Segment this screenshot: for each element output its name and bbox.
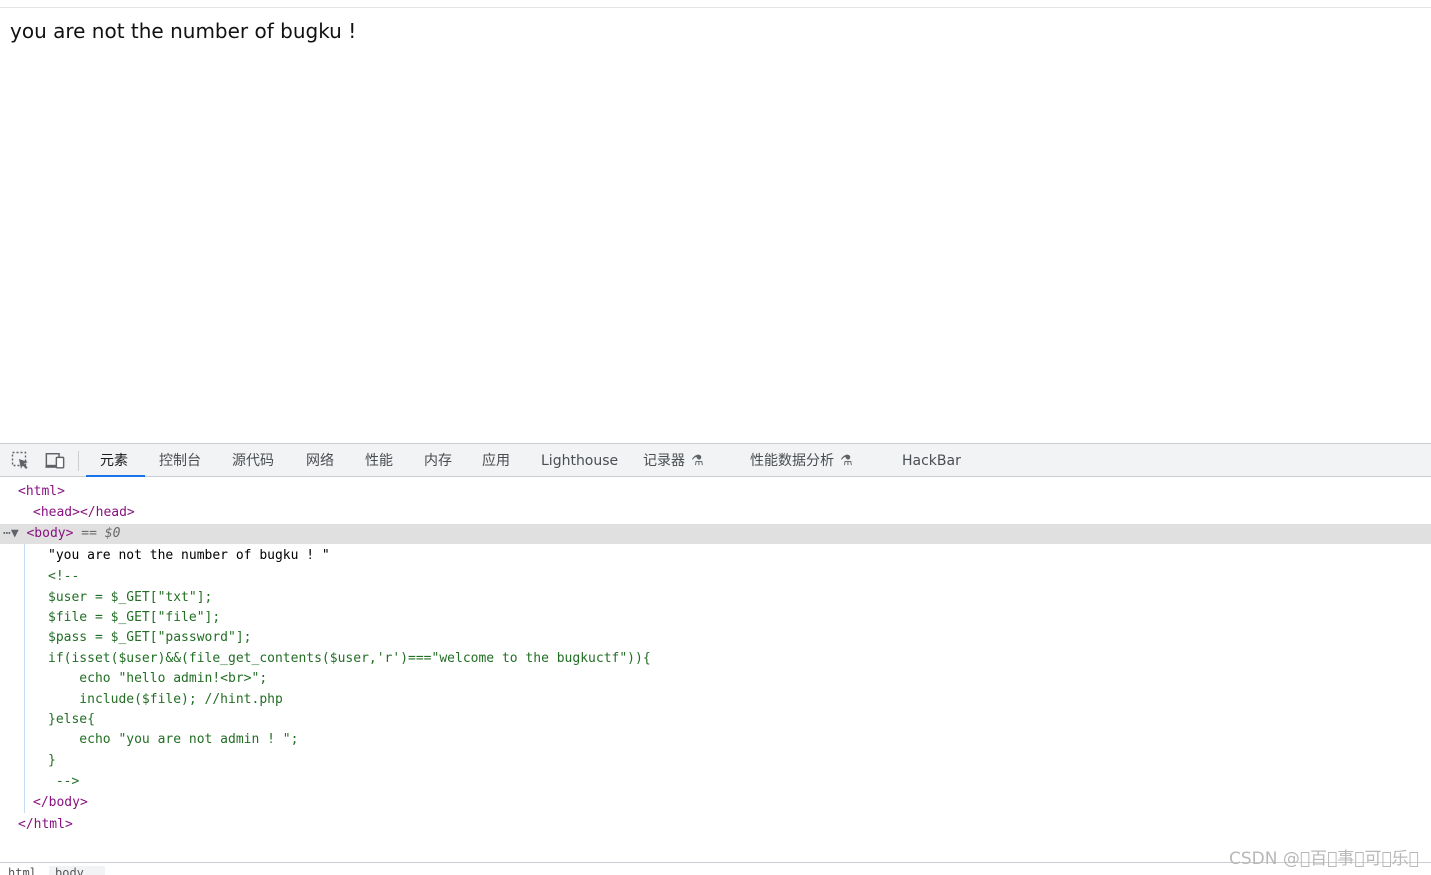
tab-console[interactable]: 控制台 xyxy=(159,444,201,477)
tree-comment-line: --> xyxy=(0,772,1431,792)
tab-label: 应用 xyxy=(482,453,510,469)
tree-comment-line: <!-- xyxy=(0,567,1431,587)
tree-comment-line: }else{ xyxy=(0,710,1431,730)
comment-line: if(isset($user)&&(file_get_contents($use… xyxy=(48,651,651,666)
watermark: CSDN @ 百 事 可 乐  xyxy=(1229,849,1419,869)
tab-performance-insights[interactable]: 性能数据分析 ⚗ xyxy=(750,444,853,477)
tree-comment-line: $pass = $_GET["password"]; xyxy=(0,628,1431,648)
tab-sources[interactable]: 源代码 xyxy=(232,444,274,477)
comment-line: echo "you are not admin ! "; xyxy=(48,732,299,747)
breadcrumb-body[interactable]: body xyxy=(49,866,105,875)
page-top-border xyxy=(0,7,1431,8)
tab-elements[interactable]: 元素 xyxy=(86,444,145,477)
devtools-panel: 元素 控制台 源代码 网络 性能 内存 应用 Lighthouse 记录器 ⚗ 性… xyxy=(0,443,1431,875)
tree-node-html-close[interactable]: </html> xyxy=(0,815,1431,835)
tab-label: HackBar xyxy=(902,453,961,469)
comment-line: $file = $_GET["file"]; xyxy=(48,610,221,625)
experiment-flask-icon: ⚗ xyxy=(691,453,704,469)
comment-line: }else{ xyxy=(48,712,95,727)
tab-lighthouse[interactable]: Lighthouse xyxy=(541,444,618,477)
tree-node-head[interactable]: <head></head> xyxy=(0,503,1431,523)
expand-triangle-icon[interactable]: ▼ xyxy=(11,526,19,541)
device-toolbar-icon[interactable] xyxy=(45,451,65,471)
tab-label: 元素 xyxy=(100,453,128,469)
tab-performance[interactable]: 性能 xyxy=(365,444,393,477)
text-node: "you are not the number of bugku ! " xyxy=(48,548,330,563)
tag-text: </body> xyxy=(33,795,88,810)
tree-comment-line: echo "hello admin!<br>"; xyxy=(0,669,1431,689)
tab-network[interactable]: 网络 xyxy=(306,444,334,477)
tree-node-body-close[interactable]: </body> xyxy=(0,793,1431,813)
tag-text: <html> xyxy=(18,484,65,499)
breadcrumb-html[interactable]: html xyxy=(8,866,37,875)
tab-hackbar[interactable]: HackBar xyxy=(902,444,961,477)
experiment-flask-icon: ⚗ xyxy=(840,453,853,469)
breadcrumb-border xyxy=(0,862,1431,863)
page-body-text: you are not the number of bugku ! xyxy=(10,19,357,43)
tree-comment-line: $user = $_GET["txt"]; xyxy=(0,588,1431,608)
tag-text: <head></head> xyxy=(33,505,135,520)
tree-comment-line: include($file); //hint.php xyxy=(0,690,1431,710)
tag-text: <body> xyxy=(26,526,74,541)
comment-line: <!-- xyxy=(48,569,80,584)
tag-text: </html> xyxy=(18,817,73,832)
tab-label: 性能数据分析 xyxy=(750,453,834,469)
tab-label: 性能 xyxy=(365,453,393,469)
comment-line: include($file); //hint.php xyxy=(48,692,283,707)
tab-label: 源代码 xyxy=(232,453,274,469)
tab-recorder[interactable]: 记录器 ⚗ xyxy=(643,444,704,477)
tree-comment-line: if(isset($user)&&(file_get_contents($use… xyxy=(0,649,1431,669)
tree-node-html[interactable]: <html> xyxy=(0,482,1431,502)
tab-label: 网络 xyxy=(306,453,334,469)
toolbar-separator xyxy=(78,451,79,471)
element-picker-icon[interactable] xyxy=(11,451,31,471)
comment-line: $pass = $_GET["password"]; xyxy=(48,630,252,645)
more-dots-icon[interactable]: ⋯ xyxy=(3,526,11,541)
tree-comment-line: } xyxy=(0,751,1431,771)
tab-application[interactable]: 应用 xyxy=(482,444,510,477)
comment-line: $user = $_GET["txt"]; xyxy=(48,590,213,605)
tab-label: 控制台 xyxy=(159,453,201,469)
comment-line: --> xyxy=(48,774,80,789)
selected-node-hint: == $0 xyxy=(81,526,121,541)
comment-line: } xyxy=(48,753,56,768)
tree-text-node[interactable]: "you are not the number of bugku ! " xyxy=(0,546,1431,566)
devtools-toolbar: 元素 控制台 源代码 网络 性能 内存 应用 Lighthouse 记录器 ⚗ 性… xyxy=(0,443,1431,477)
tab-label: 内存 xyxy=(424,453,452,469)
tree-comment-line: echo "you are not admin ! "; xyxy=(0,730,1431,750)
comment-line: echo "hello admin!<br>"; xyxy=(48,671,268,686)
tab-label: 记录器 xyxy=(643,453,685,469)
tree-comment-line: $file = $_GET["file"]; xyxy=(0,608,1431,628)
tab-memory[interactable]: 内存 xyxy=(424,444,452,477)
indent-guide xyxy=(24,543,25,813)
tree-node-body[interactable]: ⋯▼ <body> == $0 xyxy=(0,524,1431,544)
tab-label: Lighthouse xyxy=(541,453,619,469)
